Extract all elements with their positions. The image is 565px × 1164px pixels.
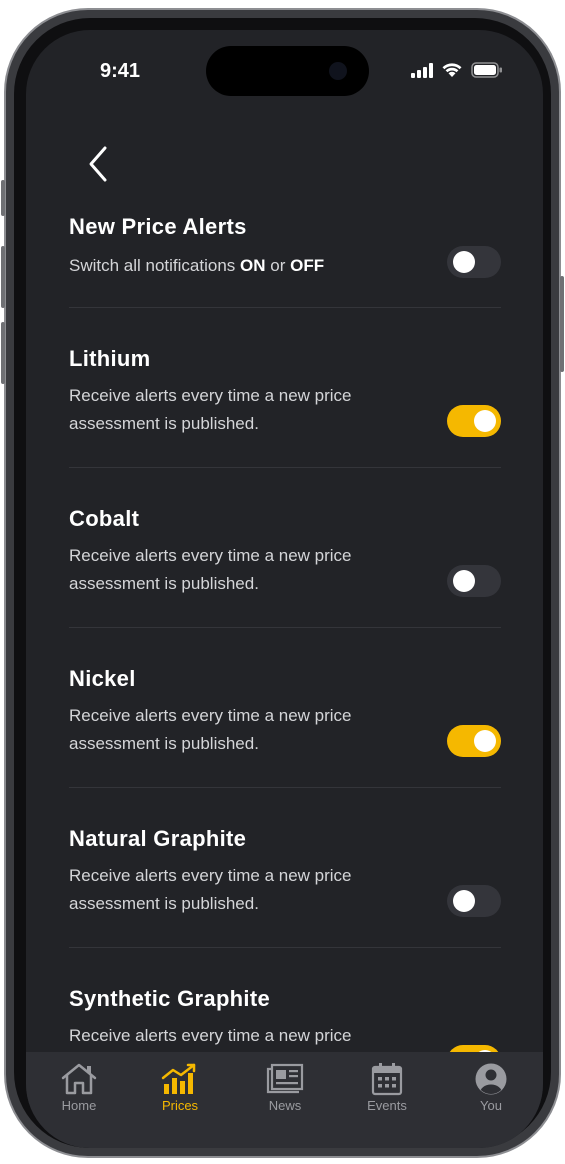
status-time: 9:41 (100, 60, 141, 82)
master-desc-off: OFF (290, 256, 325, 275)
master-alerts-title: New Price Alerts (69, 214, 247, 239)
alert-row-nickel: Nickel Receive alerts every time a new p… (69, 628, 501, 788)
alert-row-lithium: Lithium Receive alerts every time a new … (69, 308, 501, 468)
chevron-left-icon (89, 146, 107, 182)
alert-description: Receive alerts every time a new price as… (69, 546, 352, 593)
alert-row-natural-graphite: Natural Graphite Receive alerts every ti… (69, 788, 501, 948)
alert-description: Receive alerts every time a new price as… (69, 386, 352, 433)
toggle-knob (453, 570, 475, 592)
alert-toggle-lithium[interactable] (447, 405, 501, 437)
master-desc-on: ON (240, 256, 266, 275)
alert-description: Receive alerts every time a new price as… (69, 706, 352, 753)
news-icon (266, 1063, 304, 1094)
tab-you[interactable]: You (456, 1062, 526, 1113)
action-button (1, 180, 5, 216)
master-alerts-description: Switch all notifications ON or OFF (69, 252, 439, 280)
calendar-icon (371, 1063, 403, 1096)
alert-description: Receive alerts every time a new price (69, 1026, 352, 1045)
status-icons (411, 62, 503, 78)
toggle-knob (474, 410, 496, 432)
volume-up-button (1, 246, 5, 308)
chart-icon (161, 1063, 196, 1094)
master-desc-prefix: Switch all notifications (69, 256, 241, 275)
tab-label: Home (61, 1098, 97, 1113)
toggle-knob (474, 730, 496, 752)
alert-title: Synthetic Graphite (69, 986, 270, 1011)
alert-description: Receive alerts every time a new price as… (69, 866, 352, 913)
profile-icon (475, 1063, 507, 1095)
master-alerts-toggle[interactable] (447, 246, 501, 278)
master-desc-mid: or (265, 256, 291, 275)
camera-icon (329, 62, 347, 80)
tab-label: Prices (161, 1098, 199, 1113)
battery-icon (471, 62, 502, 78)
screen: 9:41 New Price Alerts Switch all notific… (26, 30, 543, 1148)
back-button[interactable] (78, 142, 118, 186)
tab-label: You (480, 1098, 502, 1113)
alert-row-cobalt: Cobalt Receive alerts every time a new p… (69, 468, 501, 628)
alert-title: Natural Graphite (69, 826, 247, 851)
tab-news[interactable]: News (250, 1062, 320, 1113)
alert-title: Cobalt (69, 506, 140, 531)
home-icon (61, 1063, 97, 1095)
tab-home[interactable]: Home (44, 1062, 114, 1113)
alert-toggle-cobalt[interactable] (447, 565, 501, 597)
master-alerts-row: New Price Alerts Switch all notification… (69, 210, 501, 308)
alert-toggle-nickel[interactable] (447, 725, 501, 757)
toggle-knob (453, 251, 475, 273)
alert-toggle-natural-graphite[interactable] (447, 885, 501, 917)
volume-down-button (1, 322, 5, 384)
cellular-signal-icon (411, 63, 433, 78)
tab-events[interactable]: Events (352, 1062, 422, 1113)
tab-prices[interactable]: Prices (145, 1062, 215, 1113)
alert-title: Nickel (69, 666, 136, 691)
tab-bar: Home Prices News Events You (26, 1052, 543, 1148)
toggle-knob (453, 890, 475, 912)
alert-title: Lithium (69, 346, 151, 371)
dynamic-island (206, 46, 369, 96)
wifi-icon (442, 63, 462, 77)
tab-label: News (268, 1098, 302, 1113)
power-button (560, 276, 564, 372)
alerts-list: New Price Alerts Switch all notification… (69, 210, 501, 1108)
tab-label: Events (367, 1098, 407, 1113)
